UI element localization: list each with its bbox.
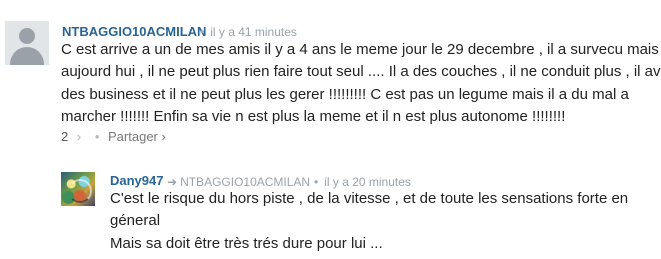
comment-timestamp-link[interactable]: il y a 41 minutes xyxy=(210,25,297,39)
comment-meta: • il y a 41 minutes xyxy=(193,24,297,40)
comment-timestamp-link[interactable]: il y a 20 minutes xyxy=(324,175,411,189)
avatar-swirl-decoration xyxy=(68,179,92,203)
comment-body: C'est le risque du hors piste , de la vi… xyxy=(110,188,628,255)
comment-line: marcher !!!!!!! Enfin sa vie n est plus … xyxy=(61,108,566,126)
reply-to-author: NTBAGGIO10ACMILAN xyxy=(180,175,311,189)
comment-line: C est arrive a un de mes amis il y a 4 a… xyxy=(61,41,659,58)
comment-line: Mais sa doit être très trés dure pour lu… xyxy=(110,234,383,252)
user-avatar-icon[interactable] xyxy=(5,21,49,65)
comment-line: C'est le risque du hors piste , de la vi… xyxy=(110,190,629,207)
comment-actions: 2 › • Partager › xyxy=(61,129,166,145)
chevron-separator-icon: › xyxy=(76,129,82,144)
meta-separator: • xyxy=(314,175,319,189)
comment-author-link[interactable]: NTBAGGIO10ACMILAN xyxy=(62,24,206,40)
comment-body: C est arrive a un de mes amis il y a 4 a… xyxy=(61,39,661,129)
reply-comment: Dany947 ➜ NTBAGGIO10ACMILAN • il y a 20 mi… xyxy=(0,160,661,259)
comment-line: des business et il ne peut plus les gere… xyxy=(61,85,629,103)
user-avatar-image[interactable] xyxy=(61,172,95,206)
share-button[interactable]: Partager › xyxy=(108,129,166,144)
comment-line: aujourd hui , il ne peut plus rien faire… xyxy=(61,63,661,81)
vote-count[interactable]: 2 xyxy=(61,129,68,144)
dot-separator: • xyxy=(94,129,100,144)
comment-line: géneral xyxy=(110,212,161,230)
avatar-head-shape xyxy=(19,28,35,44)
meta-separator: • xyxy=(200,25,205,39)
comment-author-link[interactable]: Dany947 xyxy=(110,173,163,189)
avatar-body-shape xyxy=(10,47,44,65)
comment: NTBAGGIO10ACMILAN • il y a 41 minutes C e… xyxy=(0,0,661,160)
